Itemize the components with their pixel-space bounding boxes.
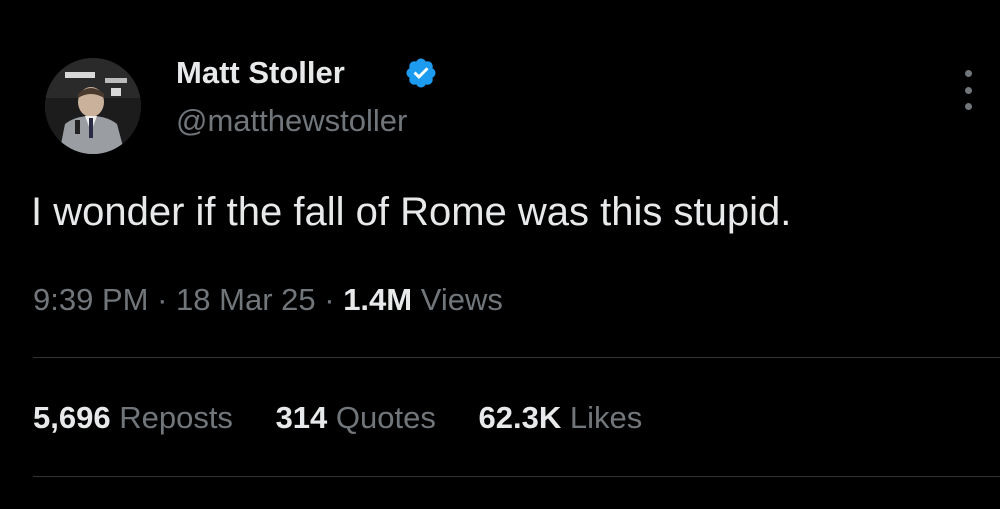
tweet-date[interactable]: 18 Mar 25 (176, 282, 316, 317)
engagement-stats: 5,696 Reposts 314 Quotes 62.3K Likes (33, 398, 676, 438)
views-count: 1.4M (343, 282, 413, 317)
verified-badge-icon (406, 58, 436, 88)
likes-count: 62.3K (478, 400, 562, 435)
avatar[interactable] (45, 58, 141, 154)
tweet-card: Matt Stoller @matthewstoller I wonder if… (0, 0, 1000, 509)
divider (33, 476, 1000, 477)
quotes-count: 314 (275, 400, 328, 435)
meta-separator: · (157, 282, 168, 317)
quotes-label: Quotes (335, 400, 436, 435)
reposts-count: 5,696 (33, 400, 111, 435)
divider (33, 357, 1000, 358)
tweet-text: I wonder if the fall of Rome was this st… (31, 190, 792, 234)
tweet-meta: 9:39 PM · 18 Mar 25 · 1.4M Views (33, 280, 503, 320)
display-name[interactable]: Matt Stoller (176, 54, 345, 92)
more-dot (964, 70, 972, 77)
views-label: Views (420, 282, 503, 317)
more-options-icon[interactable] (956, 70, 980, 110)
reposts-label: Reposts (119, 400, 233, 435)
likes-label: Likes (569, 400, 643, 435)
user-handle[interactable]: @matthewstoller (176, 102, 407, 140)
avatar-photo (45, 58, 141, 154)
likes-stat[interactable]: 62.3K Likes (479, 400, 643, 435)
tweet-time[interactable]: 9:39 PM (33, 282, 148, 317)
reposts-stat[interactable]: 5,696 Reposts (33, 400, 242, 435)
quotes-stat[interactable]: 314 Quotes (276, 400, 445, 435)
meta-separator: · (324, 282, 335, 317)
more-dot (964, 103, 972, 110)
more-dot (964, 86, 972, 94)
